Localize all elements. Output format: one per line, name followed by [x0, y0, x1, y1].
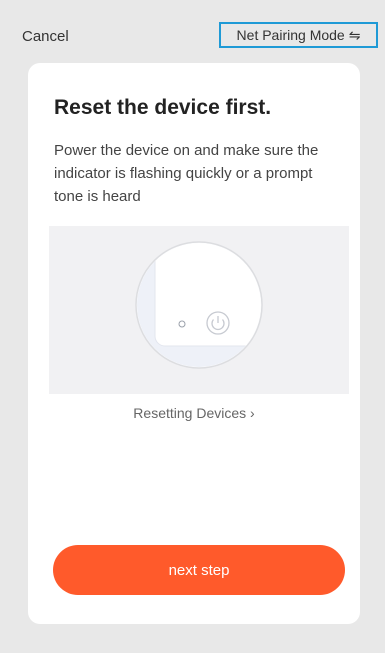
page-title: Reset the device first.	[54, 96, 272, 119]
cancel-button[interactable]: Cancel	[22, 28, 69, 45]
next-step-button[interactable]: next step	[53, 545, 345, 595]
instruction-text: Power the device on and make sure the in…	[54, 142, 319, 205]
top-bar: Cancel Net Pairing Mode ⇋	[0, 0, 385, 60]
device-illustration-svg	[135, 241, 263, 369]
net-pairing-mode-button[interactable]: Net Pairing Mode ⇋	[219, 22, 378, 48]
resetting-devices-link[interactable]: Resetting Devices ›	[28, 405, 360, 421]
net-pairing-mode-label: Net Pairing Mode	[236, 27, 345, 43]
device-reset-illustration	[49, 226, 349, 394]
swap-icon: ⇋	[348, 26, 361, 43]
reset-instructions-card: Reset the device first. Power the device…	[28, 63, 360, 624]
